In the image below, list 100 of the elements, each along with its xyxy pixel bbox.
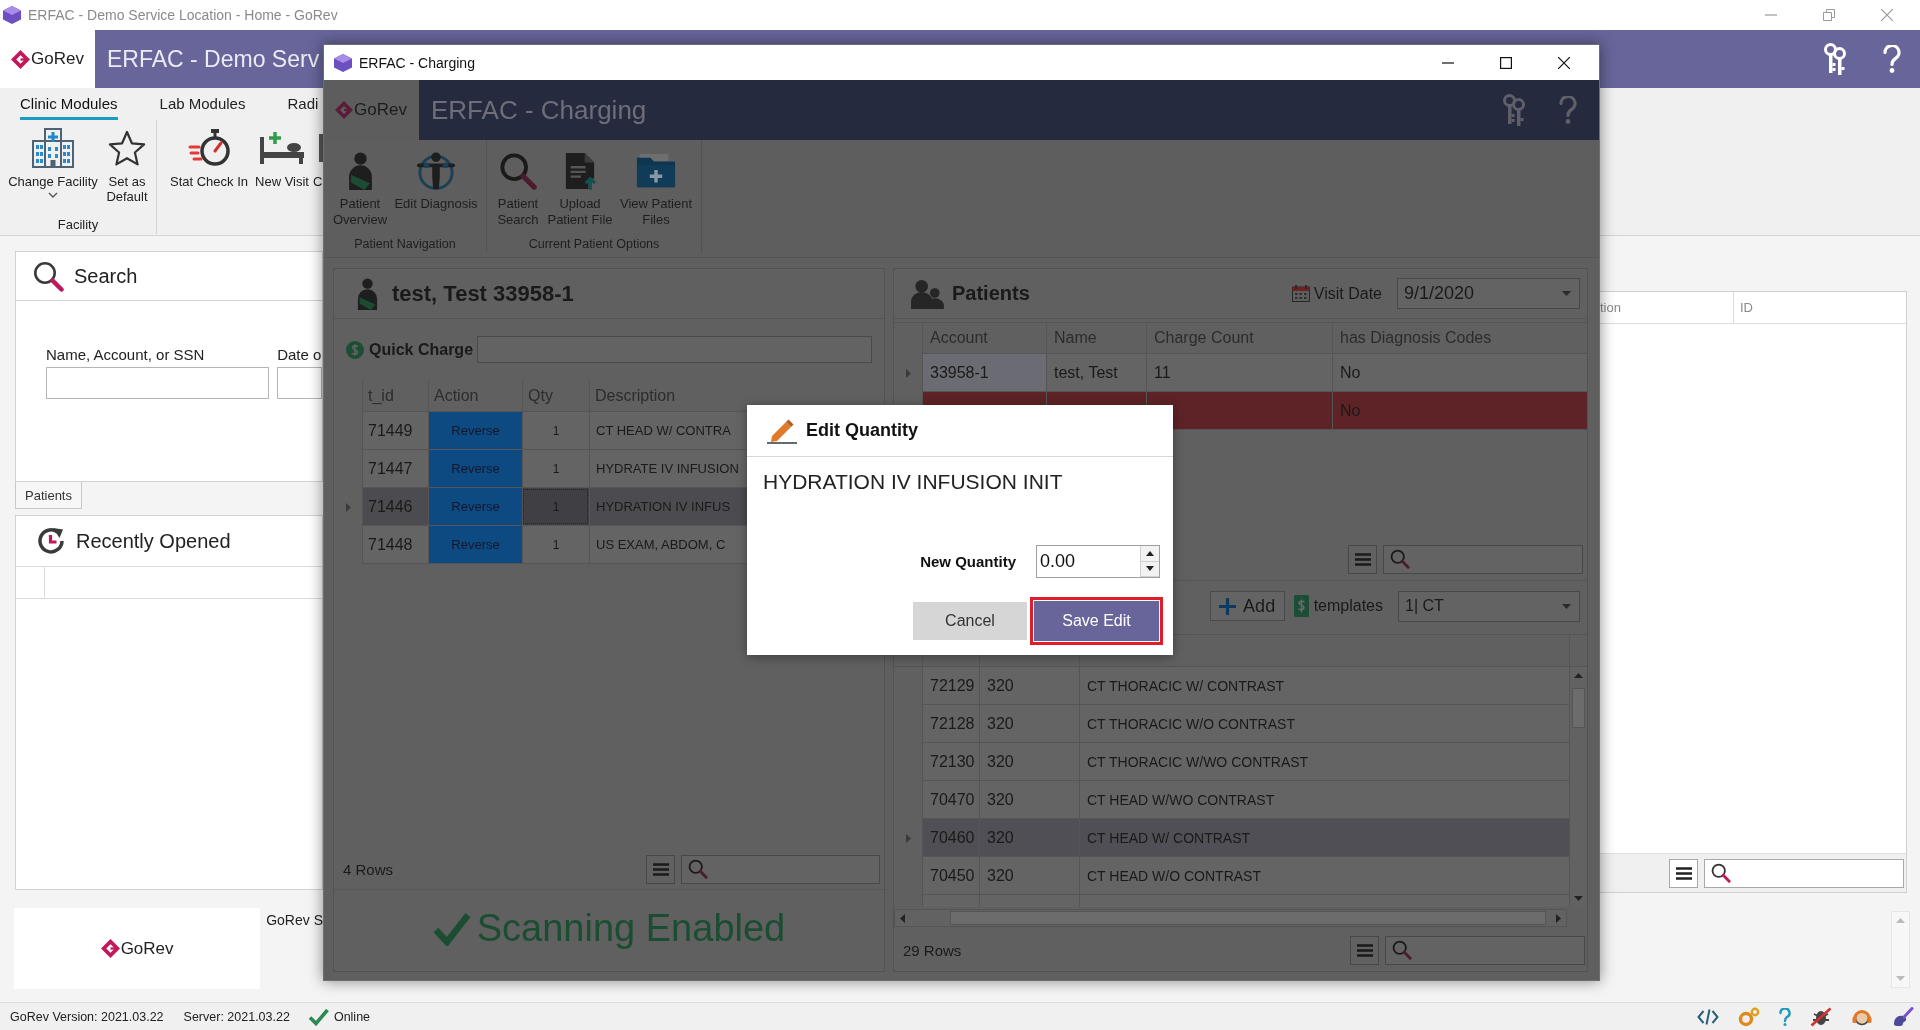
scroll-right-icon[interactable] (1556, 913, 1561, 923)
spin-up-button[interactable] (1141, 546, 1159, 562)
add-button[interactable]: Add (1209, 591, 1285, 621)
table-cell: 320 (979, 819, 1079, 856)
table-row[interactable]: 72128 320 CT THORACIC W/O CONTRAST (922, 705, 1569, 743)
body-figure-icon (416, 152, 456, 190)
table-cell: 72128 (922, 705, 979, 742)
panel-title: Recently Opened (76, 529, 231, 553)
ribbon-button[interactable]: Upload Patient File (545, 140, 615, 236)
row-pointer-icon (345, 502, 351, 512)
table-row[interactable]: 70450 320 CT HEAD W/O CONTRAST (922, 857, 1569, 895)
table-row[interactable]: 72129 320 CT THORACIC W/ CONTRAST (922, 667, 1569, 705)
date-dropdown[interactable]: 9/1/2020 (1397, 278, 1580, 309)
table-cell: 320 (979, 781, 1079, 818)
scroll-up-icon[interactable] (1574, 673, 1583, 678)
scrollbar[interactable] (1569, 667, 1587, 907)
table-cell: 1 (522, 526, 589, 563)
table-row[interactable]: 70460 320 CT HEAD W/ CONTRAST (922, 819, 1569, 857)
ribbon-button[interactable]: Change Facility (6, 120, 100, 217)
table-cell: 70450 (922, 857, 979, 894)
app-icon (334, 53, 352, 72)
search-field[interactable] (1385, 935, 1585, 965)
dialog-button[interactable]: Cancel (913, 602, 1027, 640)
bug-off-icon[interactable] (1810, 1006, 1832, 1027)
scrollbar[interactable] (894, 909, 1567, 927)
templates-label: templates (1313, 597, 1383, 615)
ribbon-button[interactable]: Patient Overview (330, 140, 390, 236)
reverse-button[interactable]: Reverse (429, 450, 522, 487)
patient-icon (346, 152, 374, 190)
search-icon (1392, 940, 1412, 960)
field-label: New Quantity (920, 553, 1016, 570)
table-cell: 72130 (922, 743, 979, 780)
ribbon-button[interactable]: Edit Diagnosis (392, 140, 480, 236)
group-label: Current Patient Options (527, 236, 661, 252)
ribbon-button[interactable]: C (313, 120, 323, 217)
caret-icon (1562, 603, 1571, 609)
search-field[interactable] (681, 854, 880, 884)
help-icon[interactable] (1559, 96, 1577, 124)
paint-brush-icon[interactable] (1892, 1006, 1914, 1027)
search-field[interactable] (1704, 858, 1904, 888)
reverse-button[interactable]: Reverse (429, 412, 522, 449)
caret-up-icon (1146, 550, 1154, 556)
search-icon (33, 260, 64, 292)
row-count: 4 Rows (343, 860, 394, 878)
scroll-left-icon[interactable] (900, 913, 905, 923)
patient-title: test, Test 33958-1 (392, 280, 574, 307)
input-field[interactable] (46, 367, 270, 399)
caret-icon (1562, 291, 1571, 296)
restore-icon[interactable] (1823, 9, 1835, 21)
tab[interactable]: Patients (15, 482, 82, 509)
maximize-icon[interactable] (1500, 56, 1512, 69)
code-icon[interactable] (1697, 1007, 1719, 1026)
tab[interactable]: Lab Modules (159, 88, 246, 120)
search-field[interactable] (1383, 544, 1583, 574)
quantity-field[interactable]: 0.00 (1036, 545, 1160, 578)
keys-icon[interactable] (1502, 94, 1526, 126)
ribbon-button[interactable]: Stat Check In (167, 120, 251, 217)
field-label: Date o (277, 346, 322, 364)
table-row[interactable]: 72130 320 CT THORACIC W/WO CONTRAST (922, 743, 1569, 781)
template-dropdown[interactable]: 1| CT (1398, 590, 1580, 622)
ribbon-button[interactable]: Patient Search (493, 140, 543, 236)
search-icon (688, 859, 708, 879)
table-cell: 33958-1 (922, 354, 1046, 391)
search-icon (499, 152, 537, 190)
close-icon[interactable] (1558, 56, 1570, 69)
ribbon-button[interactable]: New Visit (255, 120, 309, 217)
server-text: Server: 2021.03.22 (183, 1009, 290, 1024)
keys-icon[interactable] (1823, 43, 1847, 75)
help-icon[interactable] (1779, 1007, 1791, 1026)
table-cell: 320 (979, 705, 1079, 742)
minimize-icon[interactable] (1442, 61, 1454, 64)
quick-charge-field[interactable] (477, 336, 872, 363)
input-field[interactable] (277, 367, 322, 399)
app-title: ERFAC - Charging (431, 94, 647, 126)
table-cell: 320 (979, 743, 1079, 780)
table-row[interactable]: 33958-1 test, Test 11 No (922, 354, 1587, 392)
menu-button[interactable] (1669, 858, 1698, 888)
table-cell: 72129 (922, 667, 979, 704)
reverse-button[interactable]: Reverse (429, 488, 522, 525)
scroll-down-icon[interactable] (1896, 976, 1905, 981)
ribbon-button[interactable]: View Patient Files (617, 140, 695, 236)
check-icon (432, 911, 471, 946)
scroll-up-icon[interactable] (1896, 918, 1905, 923)
star-icon (108, 128, 146, 168)
table-cell: 320 (979, 667, 1079, 704)
reverse-button[interactable]: Reverse (429, 526, 522, 563)
ribbon-button[interactable]: Set as Default (104, 120, 150, 217)
version-text: GoRev Version: 2021.03.22 (10, 1009, 164, 1024)
help-icon[interactable] (1883, 45, 1901, 73)
menu-icon (1354, 552, 1371, 566)
field-label: Name, Account, or SSN (46, 346, 206, 364)
gears-icon[interactable] (1738, 1006, 1760, 1027)
table-cell: 71449 (362, 412, 428, 449)
table-row[interactable]: 70470 320 CT HEAD W/WO CONTRAST (922, 781, 1569, 819)
menu-icon (1675, 866, 1692, 880)
tab[interactable]: Radi (287, 88, 319, 120)
menu-icon (1356, 943, 1373, 957)
scroll-down-icon[interactable] (1574, 896, 1583, 901)
dialog-button[interactable]: Save Edit (1030, 597, 1163, 645)
table-cell: 71447 (362, 450, 428, 487)
